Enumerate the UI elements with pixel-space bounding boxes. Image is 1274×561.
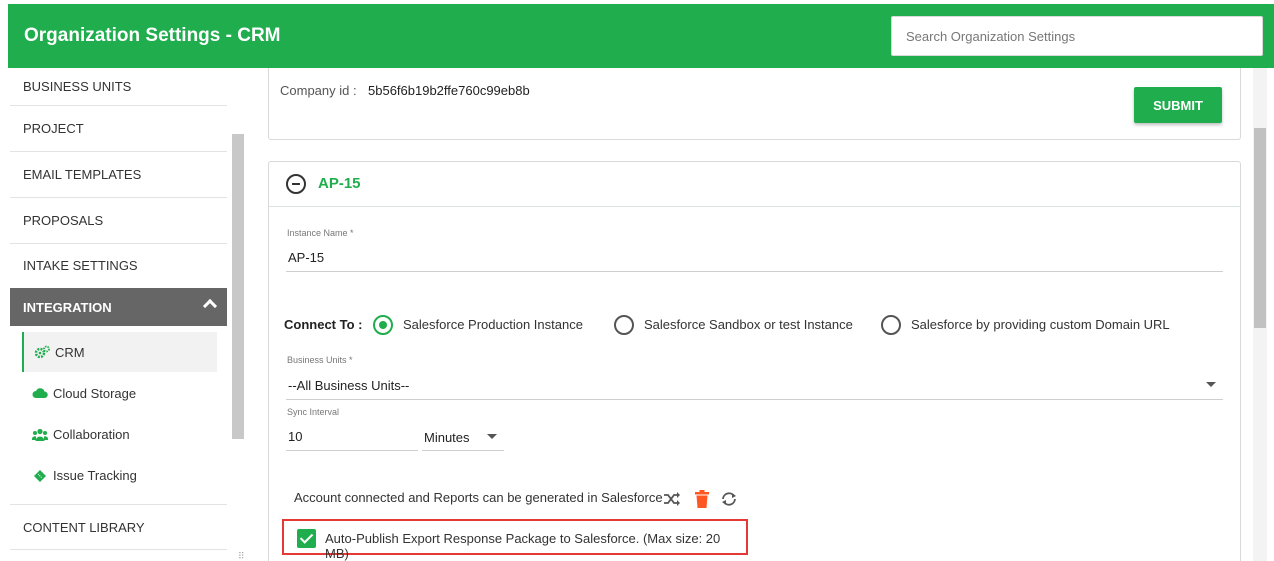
instance-name-label: Instance Name * [287,228,354,238]
business-units-select[interactable]: --All Business Units-- [288,378,409,393]
page-title: Organization Settings - CRM [24,25,281,46]
app-header: Organization Settings - CRM [8,4,1274,68]
account-status-text: Account connected and Reports can be gen… [294,490,663,505]
chevron-up-icon [202,298,218,314]
instance-card: AP-15 Instance Name * AP-15 Connect To :… [268,161,1241,561]
company-id-value: 5b56f6b19b2ffe760c99eb8b [368,83,530,98]
radio-sandbox[interactable] [614,315,634,335]
sync-interval-input[interactable]: 10 [288,429,302,444]
sidebar-subitem-label: Issue Tracking [53,467,137,483]
company-card: Company id : 5b56f6b19b2ffe760c99eb8b SU… [268,68,1241,140]
chevron-down-icon[interactable] [1206,382,1216,387]
radio-sandbox-label[interactable]: Salesforce Sandbox or test Instance [644,317,853,332]
shuffle-icon[interactable] [662,489,682,509]
radio-production[interactable] [373,315,393,335]
sidebar-item-label: PROJECT [23,121,84,136]
sidebar-item-label: CONTENT LIBRARY [23,519,145,535]
chevron-down-icon[interactable] [487,434,497,439]
sidebar-item-label: PROPOSALS [23,213,104,228]
ticket-icon [32,468,48,482]
sidebar-subitem-cloud-storage[interactable]: Cloud Storage [22,373,217,413]
auto-publish-label[interactable]: Auto-Publish Export Response Package to … [325,531,746,561]
sync-unit-select[interactable]: Minutes [424,430,470,445]
radio-custom-domain-label[interactable]: Salesforce by providing custom Domain UR… [911,317,1170,332]
instance-title: AP-15 [318,175,361,192]
connect-to-label: Connect To : [284,317,363,332]
radio-custom-domain[interactable] [881,315,901,335]
sidebar-subitem-label: Cloud Storage [53,385,137,401]
sidebar-subitem-collaboration[interactable]: Collaboration [22,414,217,454]
instance-name-underline [286,271,1223,272]
sidebar-scrollbar[interactable] [232,134,244,439]
sidebar-subitem-label: CRM [55,344,85,360]
sidebar-item-email-templates[interactable]: EMAIL TEMPLATES [10,152,227,198]
main-scrollbar-thumb[interactable] [1254,128,1266,328]
sidebar-item-content-library[interactable]: CONTENT LIBRARY [10,504,227,550]
resize-grip-icon[interactable]: ⠿ [238,551,245,561]
sync-interval-underline [286,450,418,451]
sync-icon[interactable] [719,489,739,509]
sidebar-subitem-issue-tracking[interactable]: Issue Tracking [22,455,217,495]
collapse-icon[interactable] [286,174,306,194]
sidebar: BUSINESS UNITS PROJECT EMAIL TEMPLATES P… [10,68,227,561]
business-units-underline [286,399,1223,400]
auto-publish-highlight: Auto-Publish Export Response Package to … [282,519,748,561]
sync-unit-underline [422,450,504,451]
instance-header[interactable]: AP-15 [269,162,1240,207]
sync-interval-label: Sync Interval [287,407,340,417]
sidebar-item-label: INTEGRATION [23,299,112,315]
sidebar-item-business-units[interactable]: BUSINESS UNITS [10,68,227,106]
sidebar-item-label: EMAIL TEMPLATES [23,167,142,182]
sidebar-item-label: INTAKE SETTINGS [23,258,138,273]
submit-button[interactable]: SUBMIT [1134,87,1222,123]
gears-icon [34,345,50,359]
sidebar-item-proposals[interactable]: PROPOSALS [10,198,227,244]
sidebar-item-project[interactable]: PROJECT [10,106,227,152]
users-icon [32,427,48,441]
instance-name-input[interactable]: AP-15 [288,250,324,265]
auto-publish-checkbox[interactable] [297,529,316,548]
trash-icon[interactable] [692,489,712,509]
company-id-label: Company id : [280,83,357,98]
sidebar-item-integration[interactable]: INTEGRATION [10,288,227,326]
radio-production-label[interactable]: Salesforce Production Instance [403,317,583,332]
sidebar-item-label: BUSINESS UNITS [23,79,132,94]
business-units-label: Business Units * [287,355,353,365]
cloud-icon [32,386,48,400]
sidebar-subitem-crm[interactable]: CRM [22,332,217,372]
sidebar-subitem-label: Collaboration [53,426,130,442]
sidebar-item-intake-settings[interactable]: INTAKE SETTINGS [10,243,227,289]
search-input[interactable] [891,16,1263,56]
